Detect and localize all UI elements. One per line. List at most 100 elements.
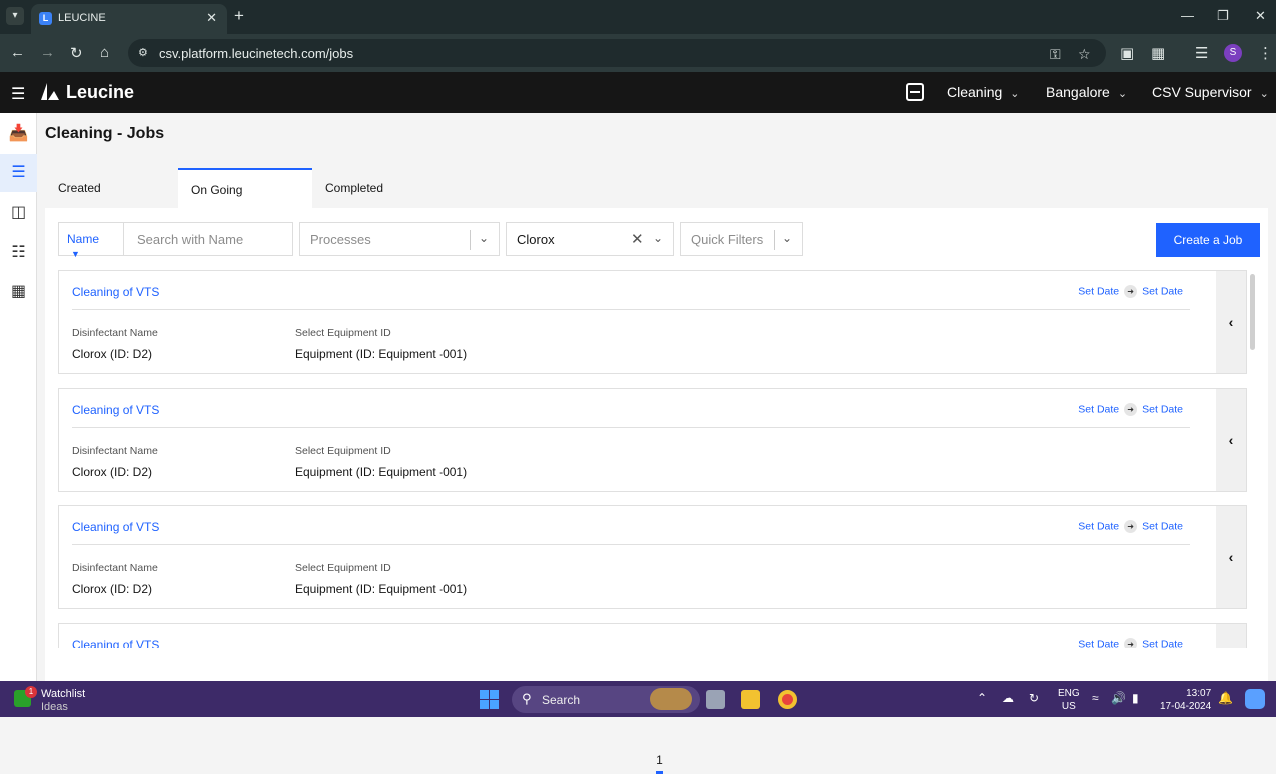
chevron-down-icon: ⌄: [479, 231, 490, 245]
field-label: Select Equipment ID: [295, 445, 391, 457]
disinfectant-select[interactable]: Clorox ✕ ⌄: [506, 222, 674, 256]
windows-taskbar: 1 Watchlist Ideas ⚲ Search ⌃ ☁ ↻ ENG US …: [0, 681, 1276, 717]
widget-watchlist[interactable]: Watchlist Ideas: [41, 688, 85, 714]
hierarchy-icon: ☷: [11, 244, 26, 261]
field-label: Disinfectant Name: [72, 562, 158, 574]
sidebar-item-ontology[interactable]: ☷: [0, 234, 37, 272]
volume-icon[interactable]: 🔊: [1111, 691, 1126, 705]
chevron-down-icon: ⌄: [1010, 88, 1020, 100]
field-value: Equipment (ID: Equipment -001): [295, 347, 468, 361]
job-card[interactable]: Cleaning of VTS Set Date ➜ Set Date Disinf…: [58, 270, 1247, 374]
language-indicator[interactable]: ENG US: [1058, 687, 1080, 713]
media-control-icon[interactable]: ☰: [1195, 44, 1208, 62]
copilot-icon[interactable]: [1245, 689, 1265, 709]
bookmark-star-icon[interactable]: ☆: [1078, 46, 1091, 63]
forward-icon[interactable]: →: [40, 44, 55, 61]
expand-chevron-left-icon[interactable]: ‹: [1216, 506, 1246, 608]
file-explorer-icon[interactable]: [741, 690, 760, 709]
windows-start-icon[interactable]: [480, 690, 499, 709]
sidebar-item-reports[interactable]: ▦: [0, 273, 37, 311]
notification-bell-icon[interactable]: 🔔: [1218, 691, 1233, 705]
card-divider: [72, 544, 1190, 545]
arrow-right-icon: ➜: [1124, 520, 1138, 533]
scan-icon[interactable]: [906, 83, 924, 101]
battery-icon[interactable]: ▮: [1132, 691, 1139, 705]
extensions-icon[interactable]: ▦: [1151, 44, 1165, 62]
address-bar[interactable]: ⚙ csv.platform.leucinetech.com/jobs ⚿ ☆: [128, 39, 1106, 67]
tab-on-going[interactable]: On Going: [178, 168, 312, 208]
start-date-link[interactable]: Set Date: [1078, 285, 1119, 297]
module-dropdown[interactable]: Cleaning ⌄: [947, 84, 1019, 100]
new-tab-icon[interactable]: +: [234, 6, 244, 26]
end-date-link[interactable]: Set Date: [1142, 638, 1183, 648]
page-number[interactable]: 1: [656, 753, 663, 767]
field-value: Equipment (ID: Equipment -001): [295, 465, 468, 479]
job-card[interactable]: Cleaning of VTS Set Date ➜ Set Date Disinf…: [58, 388, 1247, 492]
reload-icon[interactable]: ↻: [70, 44, 83, 62]
end-date-link[interactable]: Set Date: [1142, 403, 1183, 415]
chevron-down-icon: ⌄: [1259, 88, 1269, 100]
clear-icon[interactable]: ✕: [631, 230, 644, 248]
back-icon[interactable]: ←: [10, 44, 25, 61]
browser-menu-icon[interactable]: ⋮: [1258, 44, 1273, 62]
clock-time: 13:07: [1186, 688, 1212, 699]
start-date-link[interactable]: Set Date: [1078, 520, 1119, 532]
restore-icon[interactable]: ❐: [1217, 8, 1229, 24]
field-value: Clorox (ID: D2): [72, 347, 153, 361]
tab-completed[interactable]: Completed: [312, 168, 446, 208]
tab-created[interactable]: Created: [45, 168, 179, 208]
start-date-link[interactable]: Set Date: [1078, 403, 1119, 415]
job-card[interactable]: Cleaning of VTS Set Date ➜ Set Date: [58, 623, 1247, 648]
onedrive-cloud-icon[interactable]: ☁: [1002, 691, 1014, 705]
search-input[interactable]: Search with Name: [124, 222, 293, 256]
name-filter-label: Name: [67, 232, 100, 246]
password-key-icon[interactable]: ⚿: [1050, 46, 1061, 63]
create-job-button[interactable]: Create a Job: [1156, 223, 1260, 257]
task-view-icon[interactable]: [706, 690, 725, 709]
processes-select[interactable]: Processes ⌄: [299, 222, 500, 256]
browser-tab[interactable]: L LEUCINE ✕: [31, 4, 227, 34]
close-window-icon[interactable]: ✕: [1255, 8, 1266, 24]
field-value: Clorox (ID: D2): [72, 582, 153, 596]
job-name-link[interactable]: Cleaning of VTS: [72, 403, 159, 417]
arrow-right-icon: ➜: [1124, 403, 1138, 416]
tab-search-icon[interactable]: ▾: [6, 7, 24, 25]
camera-icon[interactable]: ▣: [1120, 44, 1134, 62]
card-divider: [72, 427, 1190, 428]
taskbar-search[interactable]: ⚲ Search: [512, 686, 700, 713]
job-card[interactable]: Cleaning of VTS Set Date ➜ Set Date Disinf…: [58, 505, 1247, 609]
end-date-link[interactable]: Set Date: [1142, 520, 1183, 532]
close-tab-icon[interactable]: ✕: [206, 10, 217, 26]
job-dates: Set Date ➜ Set Date: [1078, 638, 1183, 648]
job-name-link[interactable]: Cleaning of VTS: [72, 285, 159, 299]
browser-toolbar: ← → ↻ ⌂ ⚙ csv.platform.leucinetech.com/j…: [0, 34, 1276, 72]
minimize-icon[interactable]: —: [1181, 8, 1194, 23]
wifi-icon[interactable]: ≈: [1092, 691, 1099, 705]
name-filter-dropdown[interactable]: Name ▼: [58, 222, 124, 259]
sidebar-item-jobs[interactable]: ☰: [0, 154, 37, 192]
site-info-icon[interactable]: ⚙: [138, 46, 148, 59]
home-icon[interactable]: ⌂: [100, 44, 109, 61]
sidebar-item-processes[interactable]: ◫: [0, 194, 37, 232]
job-name-link[interactable]: Cleaning of VTS: [72, 638, 159, 648]
processes-placeholder: Processes: [310, 232, 371, 247]
start-date-link[interactable]: Set Date: [1078, 638, 1119, 648]
widget-subtitle: Ideas: [41, 701, 68, 713]
chrome-icon[interactable]: [778, 690, 797, 709]
expand-panel[interactable]: [1216, 624, 1246, 648]
show-hidden-icons-icon[interactable]: ⌃: [977, 691, 987, 705]
location-dropdown[interactable]: Bangalore ⌄: [1046, 84, 1127, 100]
pagination[interactable]: 1: [656, 753, 663, 774]
system-clock[interactable]: 13:07 17-04-2024: [1160, 687, 1211, 713]
end-date-link[interactable]: Set Date: [1142, 285, 1183, 297]
expand-chevron-left-icon[interactable]: ‹: [1216, 389, 1246, 491]
expand-chevron-left-icon[interactable]: ‹: [1216, 271, 1246, 373]
sync-icon[interactable]: ↻: [1029, 691, 1039, 705]
profile-avatar[interactable]: S: [1224, 44, 1242, 62]
sidebar-item-inbox[interactable]: 📥: [0, 115, 37, 153]
quick-filters-select[interactable]: Quick Filters ⌄: [680, 222, 803, 256]
scrollbar-thumb[interactable]: [1250, 274, 1255, 350]
job-name-link[interactable]: Cleaning of VTS: [72, 520, 159, 534]
role-dropdown[interactable]: CSV Supervisor ⌄: [1152, 84, 1269, 100]
hamburger-menu-icon[interactable]: ☰: [11, 84, 25, 104]
